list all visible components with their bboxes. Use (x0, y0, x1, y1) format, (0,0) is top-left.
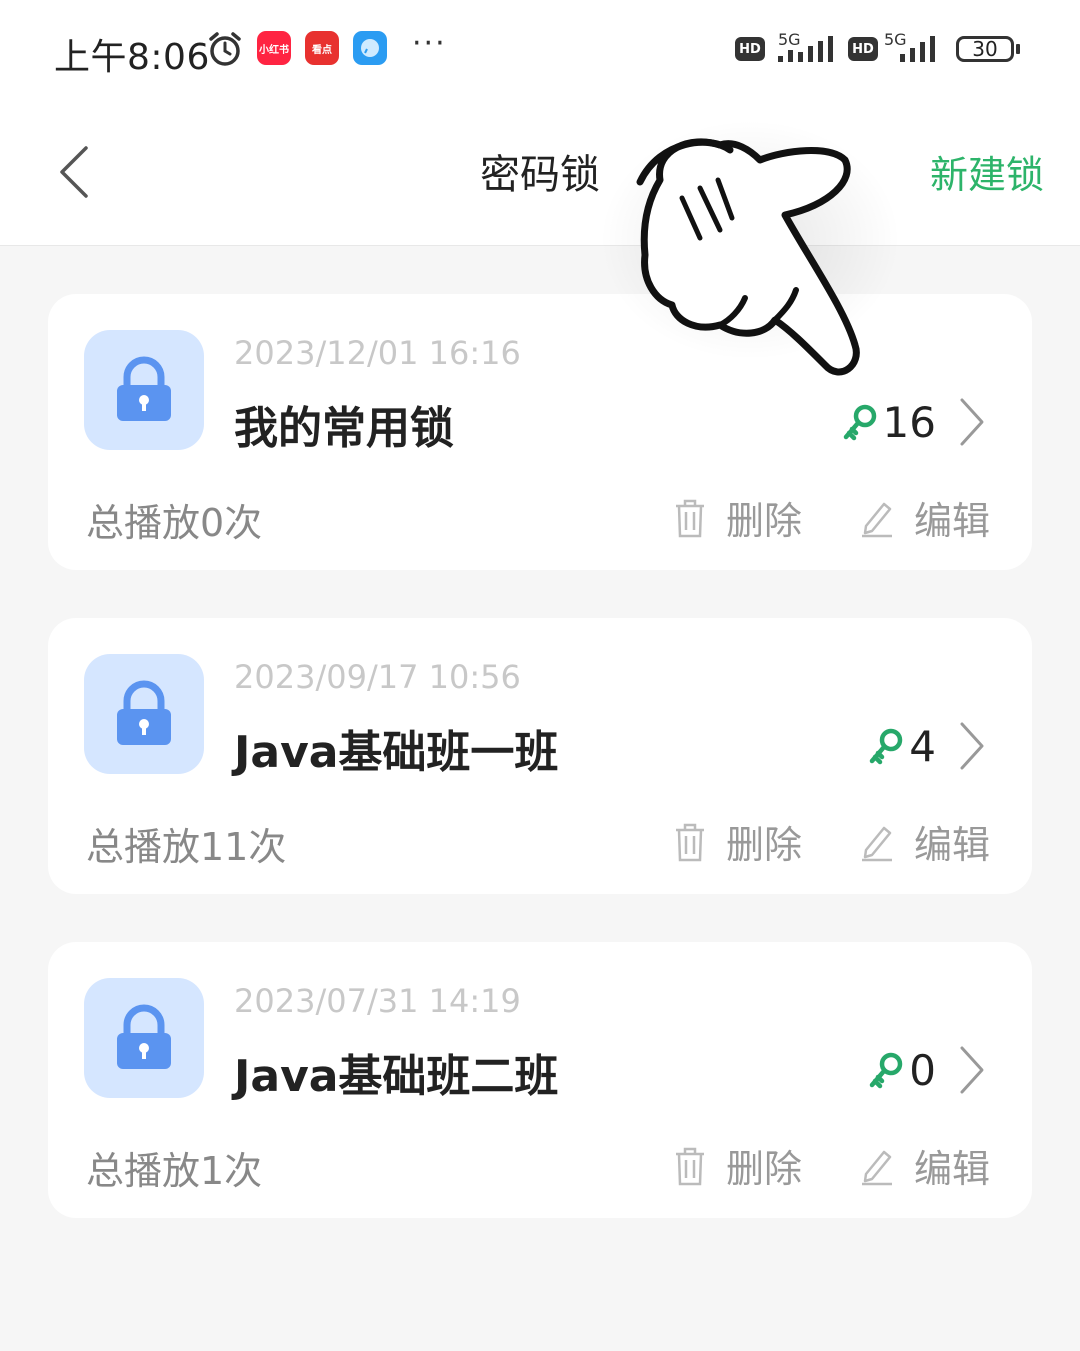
battery-indicator: 30 (956, 36, 1014, 62)
hd-badge: HD (735, 37, 765, 61)
key-count-value: 4 (909, 722, 936, 771)
delete-button[interactable]: 删除 (674, 1138, 802, 1193)
delete-label: 删除 (726, 823, 803, 867)
edit-button[interactable]: 编辑 (860, 1138, 990, 1193)
key-count: 4 (867, 722, 936, 771)
edit-label: 编辑 (914, 1147, 991, 1191)
key-count: 16 (841, 398, 936, 447)
delete-button[interactable]: 删除 (674, 814, 802, 869)
lock-icon (117, 356, 171, 421)
lock-tile (84, 654, 204, 774)
lock-tile (84, 978, 204, 1098)
more-notifications-icon: ··· (412, 26, 447, 61)
signal-icon-2 (900, 36, 935, 62)
key-icon (870, 728, 903, 764)
key-count: 0 (867, 1046, 936, 1095)
chevron-right-icon[interactable] (958, 1044, 986, 1096)
key-count-value: 0 (909, 1046, 936, 1095)
nav-bar: 密码锁 新建锁 (0, 100, 1080, 246)
edit-label: 编辑 (914, 823, 991, 867)
new-lock-button[interactable]: 新建锁 (930, 144, 1044, 199)
lock-card[interactable]: 2023/07/31 14:19 Java基础班二班 0 总播放1次 删除 编辑 (48, 942, 1032, 1218)
lock-date: 2023/09/17 10:56 (234, 658, 521, 696)
lock-card[interactable]: 2023/09/17 10:56 Java基础班一班 4 总播放11次 删除 编… (48, 618, 1032, 894)
lock-name: Java基础班二班 (234, 1051, 559, 1102)
battery-tip (1016, 44, 1020, 54)
trash-icon (676, 1147, 704, 1185)
status-bar: 上午8:06 小红书 看点 ··· HD 5G HD 5G 30 (0, 0, 1080, 100)
key-icon (870, 1052, 903, 1088)
edit-button[interactable]: 编辑 (860, 490, 990, 545)
status-time: 上午8:06 (54, 37, 210, 78)
trash-icon (676, 823, 704, 861)
play-count: 总播放1次 (86, 1149, 263, 1193)
delete-label: 删除 (726, 1147, 803, 1191)
edit-button[interactable]: 编辑 (860, 814, 990, 869)
page-title: 密码锁 (480, 152, 600, 198)
pencil-icon (862, 1150, 892, 1185)
xiaohongshu-app-icon: 小红书 (257, 31, 291, 65)
hd-badge-2: HD (848, 37, 878, 61)
lock-date: 2023/12/01 16:16 (234, 334, 521, 372)
chevron-right-icon[interactable] (958, 396, 986, 448)
signal-icon (778, 36, 833, 62)
chevron-right-icon[interactable] (958, 720, 986, 772)
lock-icon (117, 680, 171, 745)
pointing-hand-icon (600, 120, 900, 376)
lock-tile (84, 330, 204, 450)
play-count: 总播放0次 (86, 501, 263, 545)
messenger-app-icon (353, 31, 387, 65)
kandian-app-icon: 看点 (305, 31, 339, 65)
key-count-value: 16 (882, 398, 936, 447)
delete-label: 删除 (726, 499, 803, 543)
key-icon (843, 404, 876, 440)
delete-button[interactable]: 删除 (674, 490, 802, 545)
edit-label: 编辑 (914, 499, 991, 543)
lock-icon (117, 1004, 171, 1069)
pencil-icon (862, 502, 892, 537)
lock-name: Java基础班一班 (234, 727, 559, 778)
trash-icon (676, 499, 704, 537)
pencil-icon (862, 826, 892, 861)
play-count: 总播放11次 (86, 825, 287, 869)
lock-name: 我的常用锁 (234, 403, 454, 454)
lock-date: 2023/07/31 14:19 (234, 982, 521, 1020)
alarm-icon (209, 32, 241, 66)
